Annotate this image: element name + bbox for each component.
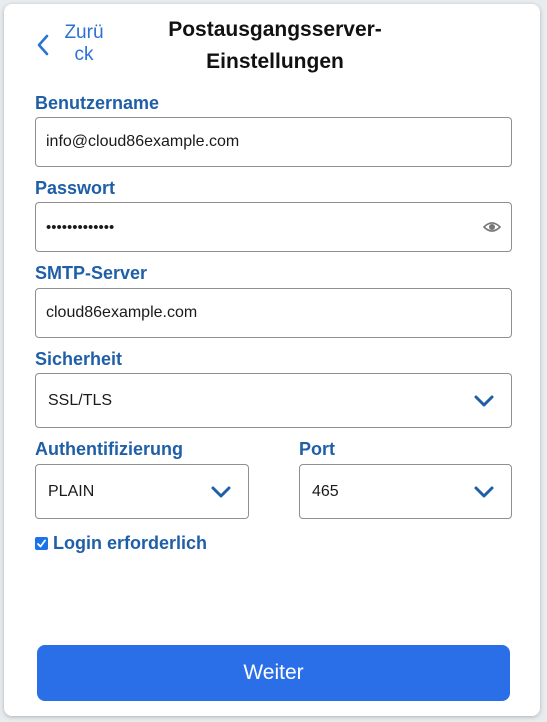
security-value: SSL/TLS (48, 391, 113, 409)
chevron-down-icon (474, 395, 494, 406)
eye-icon[interactable] (483, 220, 501, 234)
port-select[interactable]: 465 (299, 464, 512, 519)
chevron-left-icon (37, 34, 49, 56)
username-field[interactable] (35, 117, 512, 167)
chevron-down-icon (474, 486, 494, 497)
page-title: Postausgangsserver-Einstellungen (168, 18, 382, 73)
username-input[interactable] (46, 118, 471, 166)
username-label: Benutzername (35, 93, 160, 113)
smtp-server-input[interactable] (46, 289, 471, 337)
next-button[interactable]: Weiter (37, 645, 510, 701)
password-input[interactable] (46, 203, 471, 251)
login-required-label: Login erforderlich (53, 532, 208, 553)
chevron-down-icon (211, 486, 231, 497)
login-required-row[interactable]: Login erforderlich (35, 532, 207, 554)
security-label: Sicherheit (35, 349, 123, 369)
smtp-server-label: SMTP-Server (35, 263, 148, 283)
password-label: Passwort (35, 178, 116, 198)
port-label: Port (299, 439, 335, 459)
authentication-label: Authentifizierung (35, 439, 183, 459)
security-select[interactable]: SSL/TLS (35, 373, 512, 428)
password-field[interactable] (35, 202, 512, 252)
settings-panel: Zurück Postausgangsserver-Einstellungen … (4, 4, 540, 716)
back-label: Zurück (64, 22, 104, 65)
authentication-select[interactable]: PLAIN (35, 464, 249, 519)
login-required-checkbox[interactable] (35, 536, 48, 550)
port-value: 465 (312, 482, 339, 500)
authentication-value: PLAIN (48, 482, 95, 500)
smtp-server-field[interactable] (35, 288, 512, 338)
check-icon (37, 539, 46, 547)
back-button[interactable]: Zurück (34, 20, 114, 70)
